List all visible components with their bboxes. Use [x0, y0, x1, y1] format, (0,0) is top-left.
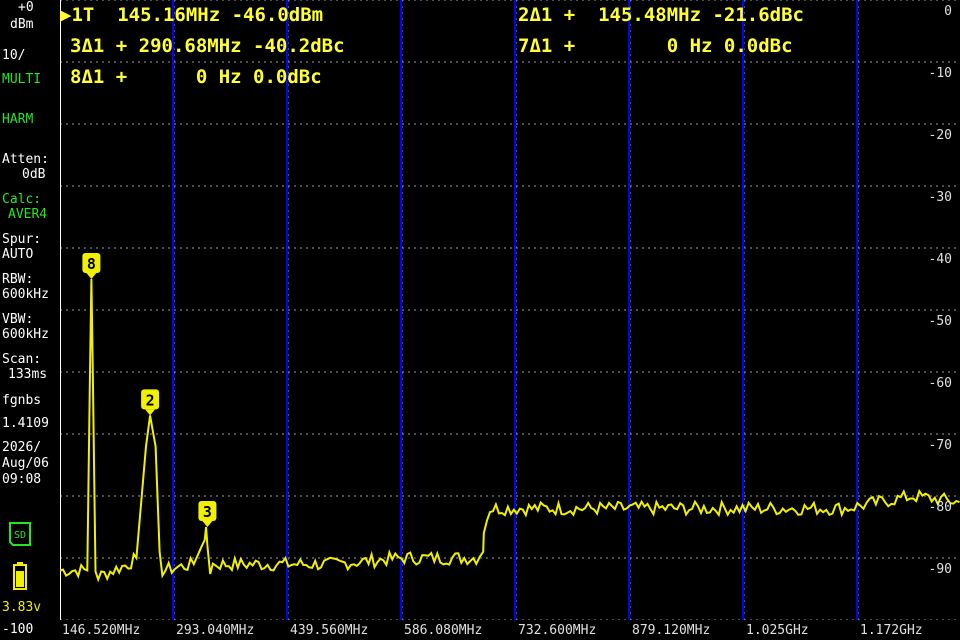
x-tick-label: 293.040MHz — [176, 623, 255, 638]
rbw-value[interactable]: 600kHz — [2, 287, 62, 302]
calc-label: Calc: — [2, 192, 42, 207]
y-tick-label: -30 — [928, 190, 952, 205]
y-tick-label: -90 — [928, 562, 952, 577]
vbw-label: VBW: — [2, 312, 34, 327]
x-tick-label: 439.560MHz — [290, 623, 369, 638]
trace-markers[interactable]: 8 2 3 — [82, 253, 217, 527]
y-tick-label: 0 — [944, 4, 952, 19]
marker-2-readout[interactable]: 2Δ1 + 145.48MHz -21.6dBc — [518, 4, 804, 26]
x-tick-label: 879.120MHz — [632, 623, 711, 638]
x-tick-label: 586.080MHz — [404, 623, 483, 638]
ref-bottom-value: -100 — [2, 622, 34, 637]
trace-marker-pointer — [145, 409, 156, 416]
spectrum-plot[interactable]: 8 2 3 — [60, 0, 960, 620]
y-tick-label: -60 — [928, 376, 952, 391]
y-tick-label: -50 — [928, 314, 952, 329]
plot-grid — [60, 0, 960, 620]
mode-harm[interactable]: HARM — [2, 112, 62, 127]
firmware-label: fgnbs — [2, 393, 42, 408]
trace-marker-pointer — [86, 273, 97, 279]
x-tick-label: 146.520MHz — [62, 623, 141, 638]
battery-icon — [13, 562, 27, 590]
atten-label: Atten: — [2, 152, 49, 167]
y-tick-label: -80 — [928, 500, 952, 515]
trace-marker-label: 8 — [87, 255, 96, 273]
sd-label: SD — [14, 530, 26, 541]
time: 09:08 — [2, 472, 42, 487]
spectrum-trace — [60, 278, 960, 583]
calc-value[interactable]: AVER4 — [8, 207, 68, 222]
date-day: Aug/06 — [2, 456, 49, 471]
marker-3-readout[interactable]: 3Δ1 + 290.68MHz -40.2dBc — [70, 35, 345, 57]
x-tick-label: 1.172GHz — [860, 623, 923, 638]
spur-label: Spur: — [2, 232, 42, 247]
scan-value[interactable]: 133ms — [8, 367, 68, 382]
trace-marker-8[interactable]: 8 — [82, 253, 101, 279]
scan-label: Scan: — [2, 352, 42, 367]
x-tick-label: 1.025GHz — [746, 623, 809, 638]
marker-8-readout[interactable]: 8Δ1 + 0 Hz 0.0dBc — [70, 66, 322, 88]
trace-marker-label: 2 — [146, 391, 155, 409]
y-tick-label: -10 — [928, 66, 952, 81]
sd-card-icon[interactable]: SD — [8, 521, 32, 547]
scale-per-div[interactable]: 10/ — [2, 48, 62, 63]
rbw-label: RBW: — [2, 272, 34, 287]
marker-1-readout[interactable]: ▶1T 145.16MHz -46.0dBm — [60, 4, 323, 26]
trace-marker-2[interactable]: 2 — [141, 389, 160, 416]
y-tick-label: -70 — [928, 438, 952, 453]
firmware-version: 1.4109 — [2, 416, 49, 431]
mode-multi[interactable]: MULTI — [2, 72, 62, 87]
marker-7-readout[interactable]: 7Δ1 + 0 Hz 0.0dBc — [518, 35, 793, 57]
trace-marker-label: 3 — [203, 503, 212, 521]
date-year: 2026/ — [2, 440, 42, 455]
vbw-value[interactable]: 600kHz — [2, 327, 62, 342]
spur-value[interactable]: AUTO — [2, 247, 62, 262]
y-tick-label: -40 — [928, 252, 952, 267]
battery-voltage: 3.83v — [2, 600, 42, 615]
info-sidebar: +0 dBm 10/ MULTI HARM Atten: 0dB Calc: A… — [0, 0, 60, 640]
x-tick-label: 732.600MHz — [518, 623, 597, 638]
trace-marker-3[interactable]: 3 — [198, 501, 217, 527]
trace-marker-pointer — [202, 521, 213, 527]
y-tick-label: -20 — [928, 128, 952, 143]
